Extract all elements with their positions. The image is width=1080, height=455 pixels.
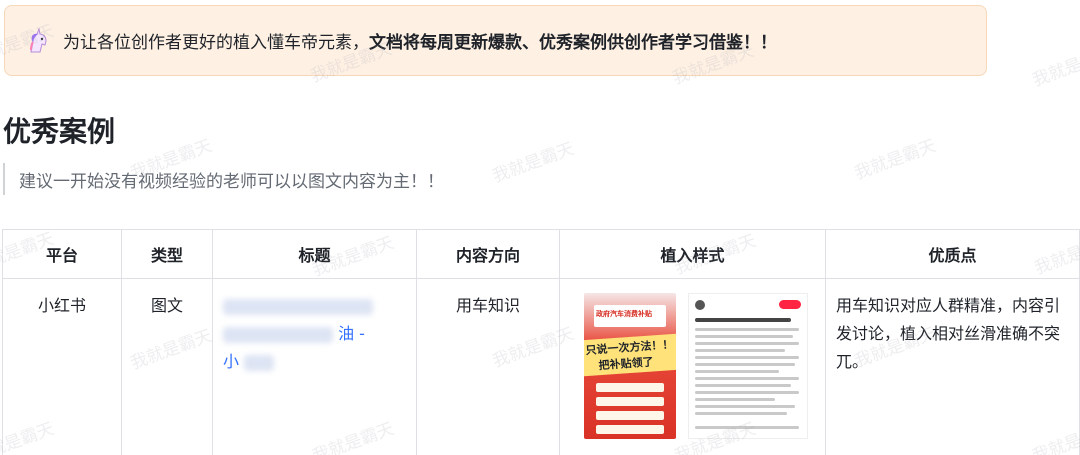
table-header-row: 平台 类型 标题 内容方向 植入样式 优质点 (2, 229, 1080, 279)
unicorn-icon (30, 27, 47, 52)
poster-header: 政府汽车消费补贴 (596, 310, 652, 318)
cell-embed-style: 政府汽车消费补贴 只说一次方法！！ 把补贴领了 (559, 278, 826, 455)
quote-text: 建议一开始没有视频经验的老师可以以图文内容为主！！ (19, 171, 444, 192)
title-link-start: 小 (223, 352, 240, 371)
cell-type: 图文 (121, 278, 213, 455)
header-embed-style: 植入样式 (559, 229, 826, 279)
poster-line-2: 把补贴领了 (598, 355, 654, 373)
callout-bold-text: 文档将每周更新爆款、优秀案例供创作者学习借鉴！！ (369, 33, 777, 53)
cell-title: 油 - 小 (212, 278, 417, 455)
watermark: 我就是霸天 (851, 135, 939, 184)
quote-block: 建议一开始没有视频经验的老师可以以图文内容为主！！ (3, 163, 444, 195)
section-heading: 优秀案例 (3, 115, 116, 148)
header-quality: 优质点 (825, 229, 1080, 279)
header-platform: 平台 (2, 229, 122, 279)
post-screenshot-thumbnail (688, 293, 808, 439)
header-type: 类型 (121, 229, 213, 279)
cell-quality: 用车知识对应人群精准，内容引发讨论，植入相对丝滑准确不突兀。 (825, 278, 1080, 455)
header-title: 标题 (212, 229, 417, 279)
title-link[interactable]: 油 - 小 (223, 296, 373, 371)
cell-direction: 用车知识 (416, 278, 560, 455)
cases-table: 平台 类型 标题 内容方向 植入样式 优质点 小红书 图文 油 - 小 用车知识… (2, 229, 1080, 455)
header-direction: 内容方向 (416, 229, 560, 279)
table-row: 小红书 图文 油 - 小 用车知识 政府汽车消费补贴 只说一次方法！！ 把补贴领… (2, 278, 1080, 455)
embed-example-image[interactable]: 政府汽车消费补贴 只说一次方法！！ 把补贴领了 (584, 293, 814, 443)
follow-badge (779, 300, 801, 309)
watermark: 我就是霸天 (1029, 42, 1080, 91)
callout-text: 为让各位创作者更好的植入懂车帝元素， (63, 33, 369, 53)
callout-block: 为让各位创作者更好的植入懂车帝元素， 文档将每周更新爆款、优秀案例供创作者学习借鉴… (4, 5, 987, 76)
avatar (695, 300, 705, 310)
blurred-text (223, 298, 373, 315)
watermark: 我就是霸天 (489, 138, 577, 187)
poster-thumbnail: 政府汽车消费补贴 只说一次方法！！ 把补贴领了 (584, 293, 676, 439)
cell-platform: 小红书 (2, 278, 122, 455)
blurred-text (223, 326, 333, 343)
blurred-text (244, 354, 275, 371)
title-link-end: 油 - (338, 324, 365, 343)
document-page: 为让各位创作者更好的植入懂车帝元素， 文档将每周更新爆款、优秀案例供创作者学习借鉴… (0, 0, 1080, 455)
